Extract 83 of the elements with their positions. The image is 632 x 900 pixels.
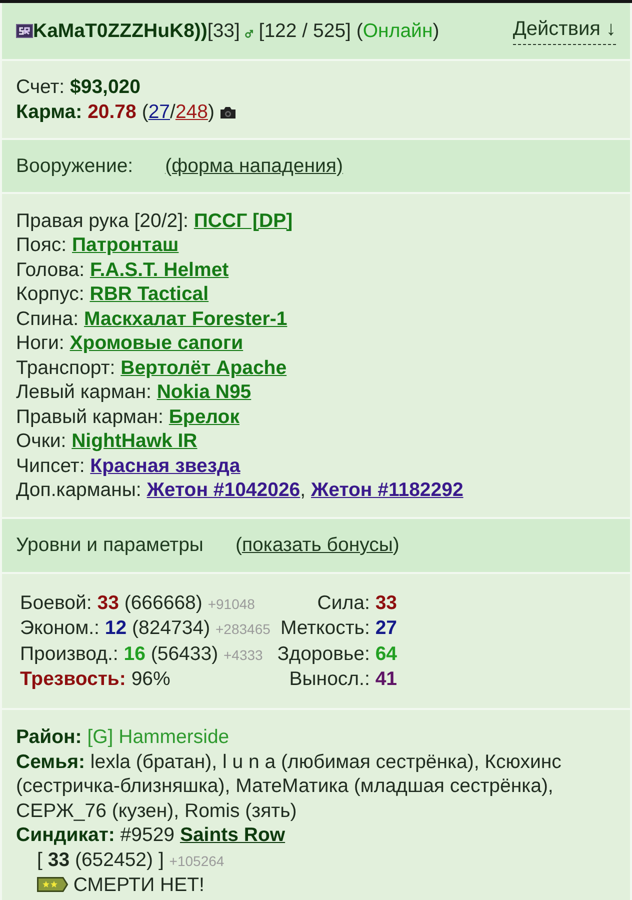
- score-label: Счет:: [16, 76, 65, 98]
- slot-label: Голова:: [16, 258, 85, 280]
- slot-label: Правый карман:: [16, 406, 164, 428]
- paren-text: ): [208, 100, 214, 122]
- skill-experience: (56433): [150, 642, 218, 664]
- skill-level: 12: [104, 617, 127, 639]
- item-link[interactable]: ПССГ [DP]: [194, 210, 293, 232]
- negative-votes-link[interactable]: 248: [175, 100, 208, 122]
- skill-label: Производ.:: [20, 642, 118, 664]
- attribute-label: Меткость:: [280, 617, 370, 639]
- item-link[interactable]: Красная звезда: [90, 454, 240, 476]
- experience-gain: +283465: [216, 621, 270, 637]
- sobriety-label: Трезвость:: [20, 668, 126, 690]
- item-link[interactable]: Nokia N95: [156, 381, 252, 403]
- attack-form-link[interactable]: (форма нападения): [165, 154, 343, 176]
- slot-label: Пояс:: [16, 234, 67, 256]
- syndicate-label: Синдикат:: [16, 824, 115, 846]
- experience-gain: +91048: [208, 596, 255, 612]
- experience-gain: +4333: [224, 646, 263, 662]
- player-level: [33]: [207, 20, 240, 42]
- district-name: [G] Hammerside: [87, 726, 230, 748]
- player-name[interactable]: KaMaT0ZZZHuK8)): [33, 20, 208, 42]
- section-title: Вооружение:: [16, 154, 134, 176]
- actions-menu[interactable]: Действия ↓: [512, 17, 616, 44]
- item-link[interactable]: Хромовые сапоги: [70, 332, 244, 354]
- slash-text: /: [170, 100, 176, 122]
- karma-value: 20.78: [88, 100, 136, 122]
- paren-text: (: [235, 534, 242, 556]
- slot-label: Очки:: [16, 430, 66, 452]
- show-bonuses-link[interactable]: показать бонусы: [242, 534, 393, 556]
- online-status: Онлайн: [362, 20, 433, 42]
- syndicate-level-text: [ 33 (652452) ]: [37, 848, 164, 870]
- item-link[interactable]: NightHawk IR: [72, 430, 198, 452]
- attribute-value: 41: [375, 668, 398, 690]
- skill-experience: (824734): [132, 617, 210, 639]
- syndicate-link[interactable]: Saints Row: [180, 824, 286, 846]
- attribute-value: 27: [375, 617, 398, 639]
- comma-text: ,: [300, 479, 306, 501]
- experience-gain: +105264: [169, 852, 224, 868]
- item-link[interactable]: Маскхалат Forester-1: [84, 308, 288, 330]
- rank-badge-icon: [37, 877, 68, 892]
- slot-label: Доп.карманы:: [16, 479, 142, 501]
- skill-level: 33: [97, 592, 119, 614]
- slot-label: Спина:: [16, 308, 79, 330]
- male-icon: [245, 28, 254, 38]
- positive-votes-link[interactable]: 27: [148, 100, 170, 122]
- skill-label: Эконом.:: [20, 617, 100, 639]
- slot-label: Левый карман:: [16, 381, 152, 403]
- emblem-icon: [16, 24, 33, 38]
- rank-title: СМЕРТИ НЕТ!: [73, 874, 204, 896]
- section-title: Уровни и параметры: [16, 534, 204, 556]
- syndicate-id: #9529: [120, 824, 175, 846]
- attribute-value: 64: [375, 642, 398, 664]
- attribute-label: Выносл.:: [289, 668, 370, 690]
- attribute-label: Сила:: [317, 592, 370, 614]
- karma-label: Карма:: [16, 100, 82, 122]
- item-link[interactable]: Жетон #1042026: [146, 479, 300, 501]
- paren-text: (: [356, 20, 363, 42]
- sobriety-value: 96%: [131, 668, 170, 690]
- item-link[interactable]: Патронташ: [72, 234, 179, 256]
- skill-experience: (666668): [124, 592, 202, 614]
- item-link[interactable]: Брелок: [168, 406, 240, 428]
- slot-label: Чипсет:: [16, 454, 85, 476]
- skill-level: 16: [124, 642, 146, 664]
- paren-text: ): [432, 20, 440, 42]
- slot-label: Ноги:: [16, 332, 64, 354]
- attribute-value: 33: [375, 592, 398, 614]
- paren-text: (: [142, 100, 148, 122]
- attribute-label: Здоровье:: [277, 642, 370, 664]
- camera-icon[interactable]: [220, 106, 236, 118]
- item-link[interactable]: Вертолёт Apache: [120, 356, 287, 378]
- paren-text: ): [392, 534, 400, 556]
- slot-label: Корпус:: [16, 283, 84, 305]
- district-label: Район:: [16, 726, 82, 748]
- item-link[interactable]: Жетон #1182292: [311, 479, 464, 501]
- family-text: Семья: lexla (братан), l u n a (любимая сестрёнка), Ксюхинс (сестричка-близняшка), МатеМатика (младшая сестрёнка), СЕРЖ_76 (кузен), Romis (зять): [16, 750, 562, 823]
- skill-label: Боевой:: [20, 592, 92, 614]
- slot-label: Правая рука [20/2]:: [16, 210, 188, 232]
- item-link[interactable]: F.A.S.T. Helmet: [90, 258, 229, 280]
- item-link[interactable]: RBR Tactical: [90, 283, 209, 305]
- player-points: [122 / 525]: [258, 20, 351, 42]
- score-value: $93,020: [70, 76, 140, 98]
- slot-label: Транспорт:: [16, 356, 116, 378]
